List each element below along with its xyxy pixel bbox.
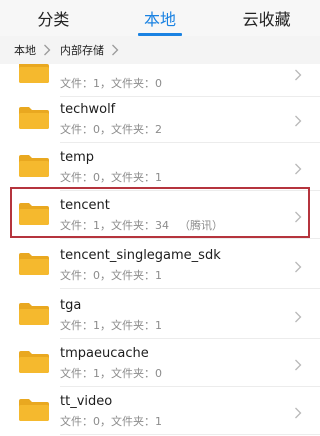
folder-row-tga[interactable]: tga 文件：1，文件夹：1 <box>0 290 320 338</box>
folder-row-temp[interactable]: temp 文件：0，文件夹：1 <box>0 142 320 190</box>
chevron-right-icon <box>294 258 302 273</box>
tab-bar: 分类 本地 云收藏 <box>0 0 320 36</box>
folder-icon <box>18 398 50 422</box>
folder-name: tmpaeucache <box>60 346 149 361</box>
folder-meta: 文件：1，文件夹：0 <box>60 75 162 91</box>
row-divider <box>60 434 320 435</box>
folder-meta: 文件：0，文件夹：1 <box>60 267 162 283</box>
breadcrumb-chevron-icon <box>108 43 124 57</box>
breadcrumb: 本地 内部存储 <box>0 36 320 64</box>
chevron-right-icon <box>294 308 302 323</box>
folder-name: techwolf <box>60 102 116 117</box>
folder-name: tt_video <box>60 394 113 409</box>
folder-meta: 文件：0，文件夹：2 <box>60 121 162 137</box>
folder-name: tencent_singlegame_sdk <box>60 248 221 263</box>
folder-name: temp <box>60 150 95 165</box>
chevron-right-icon <box>294 404 302 419</box>
folder-meta: 文件：0，文件夹：1 <box>60 169 162 185</box>
selection-highlight-box <box>10 187 310 238</box>
folder-icon <box>18 252 50 276</box>
folder-counts: 文件：0，文件夹：1 <box>60 171 162 184</box>
folder-row-tmpaeucache[interactable]: tmpaeucache 文件：1，文件夹：0 <box>0 338 320 386</box>
folder-row-unnamed[interactable]: 文件：1，文件夹：0 <box>0 64 320 96</box>
row-divider <box>60 288 320 289</box>
folder-counts: 文件：0，文件夹：1 <box>60 415 162 428</box>
folder-icon <box>18 302 50 326</box>
file-manager-screen: 分类 本地 云收藏 本地 内部存储 文件：1，文件夹：0 techwolf 文件：0… <box>0 0 320 436</box>
folder-meta: 文件：0，文件夹：1 <box>60 413 162 429</box>
row-divider <box>60 238 320 239</box>
folder-row-tencent_singlegame_sdk[interactable]: tencent_singlegame_sdk 文件：0，文件夹：1 <box>0 240 320 288</box>
chevron-right-icon <box>294 160 302 175</box>
tab-cloud-favorites[interactable]: 云收藏 <box>213 0 320 36</box>
folder-row-tt_video[interactable]: tt_video 文件：0，文件夹：1 <box>0 386 320 434</box>
tab-category[interactable]: 分类 <box>0 0 107 36</box>
folder-icon <box>18 64 50 84</box>
folder-name: tga <box>60 298 82 313</box>
tab-local[interactable]: 本地 <box>107 0 214 36</box>
chevron-right-icon <box>294 112 302 127</box>
folder-counts: 文件：1，文件夹：1 <box>60 319 162 332</box>
chevron-right-icon <box>294 356 302 371</box>
folder-counts: 文件：0，文件夹：1 <box>60 269 162 282</box>
breadcrumb-item-local[interactable]: 本地 <box>14 42 36 58</box>
folder-meta: 文件：1，文件夹：0 <box>60 365 162 381</box>
folder-row-techwolf[interactable]: techwolf 文件：0，文件夹：2 <box>0 94 320 142</box>
folder-counts: 文件：1，文件夹：0 <box>60 367 162 380</box>
folder-icon <box>18 350 50 374</box>
folder-icon <box>18 106 50 130</box>
breadcrumb-chevron-icon <box>40 43 56 57</box>
chevron-right-icon <box>294 66 302 81</box>
breadcrumb-item-internal-storage[interactable]: 内部存储 <box>60 42 104 58</box>
folder-counts: 文件：0，文件夹：2 <box>60 123 162 136</box>
folder-counts: 文件：1，文件夹：0 <box>60 77 162 90</box>
folder-meta: 文件：1，文件夹：1 <box>60 317 162 333</box>
file-list: 文件：1，文件夹：0 techwolf 文件：0，文件夹：2 temp 文件：0，文件夹… <box>0 64 320 436</box>
folder-icon <box>18 154 50 178</box>
